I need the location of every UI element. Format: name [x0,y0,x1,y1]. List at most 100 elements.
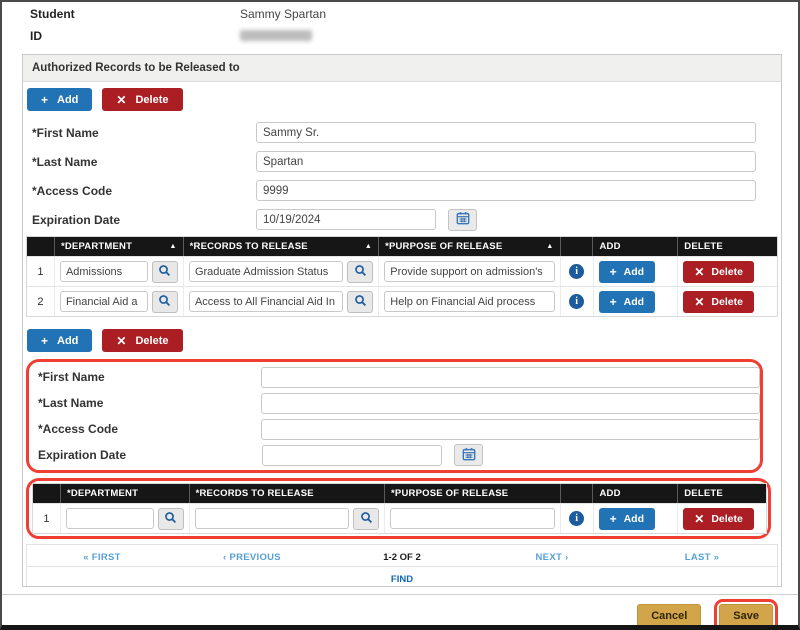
row-delete-button[interactable]: ✕ Delete [683,508,754,530]
expiration-date-field[interactable] [262,445,442,466]
records-grid-empty: *DEPARTMENT *RECORDS TO RELEASE *PURPOSE… [32,483,767,534]
info-column-header [561,237,594,256]
row-number: 2 [27,287,55,316]
save-button[interactable]: Save [719,604,773,628]
expiration-date-field[interactable] [256,209,436,230]
department-field[interactable] [60,291,148,312]
records-lookup-button[interactable] [353,508,379,530]
department-lookup-button[interactable] [152,261,178,283]
expiration-date-row: Expiration Date [32,442,760,468]
info-icon[interactable]: i [569,264,584,279]
next-page-link[interactable]: NEXT › [536,552,569,563]
expiration-date-label: Expiration Date [38,448,262,462]
table-row: 2 [27,286,777,316]
records-lookup-button[interactable] [347,261,373,283]
last-name-field[interactable] [256,151,756,172]
last-name-label: *Last Name [38,396,261,410]
access-code-field[interactable] [261,419,760,440]
row-number: 1 [27,257,55,286]
id-value-redacted [240,30,312,41]
delete-column-header: DELETE [678,237,777,256]
records-to-release-field[interactable] [195,508,349,529]
new-record-grid-highlight: *DEPARTMENT *RECORDS TO RELEASE *PURPOSE… [26,478,771,539]
access-code-label: *Access Code [32,184,256,198]
add-button[interactable]: + Add [27,329,92,352]
previous-page-link[interactable]: ‹ PREVIOUS [223,552,281,563]
delete-button[interactable]: ✕ Delete [102,88,182,111]
find-link[interactable]: FIND [391,574,413,585]
records-grid-header: *DEPARTMENT *RECORDS TO RELEASE *PURPOSE… [33,484,766,503]
records-to-release-field[interactable] [189,291,343,312]
access-code-field[interactable] [256,180,756,201]
add-button[interactable]: + Add [27,88,92,111]
search-icon [164,511,177,527]
footer-divider [2,594,798,595]
search-icon [158,294,171,310]
purpose-of-release-header[interactable]: *PURPOSE OF RELEASE ▲ [379,237,560,256]
student-row: Student Sammy Spartan [30,7,326,21]
department-header[interactable]: *DEPARTMENT ▲ [55,237,184,256]
section-title: Authorized Records to be Released to [23,55,781,82]
id-label: ID [30,29,240,43]
info-icon[interactable]: i [569,294,584,309]
department-lookup-button[interactable] [158,508,184,530]
row-add-button[interactable]: + Add [599,291,655,313]
department-lookup-button[interactable] [152,291,178,313]
id-row: ID [30,29,312,43]
last-page-link[interactable]: LAST » [685,552,720,563]
access-code-label: *Access Code [38,422,261,436]
cancel-button[interactable]: Cancel [637,604,701,628]
calendar-button[interactable] [454,444,483,466]
first-name-row: *First Name [26,118,778,147]
records-to-release-header[interactable]: *RECORDS TO RELEASE ▲ [184,237,379,256]
plus-icon: + [610,512,617,526]
sort-ascending-icon: ▲ [365,243,372,250]
row-delete-button[interactable]: ✕ Delete [683,261,754,283]
x-icon: ✕ [116,334,126,348]
x-icon: ✕ [116,93,126,107]
department-header: *DEPARTMENT [61,484,190,503]
records-grid: *DEPARTMENT ▲ *RECORDS TO RELEASE ▲ *PUR… [26,236,778,317]
department-field[interactable] [60,261,148,282]
purpose-of-release-field[interactable] [384,291,554,312]
pagination: « FIRST ‹ PREVIOUS 1-2 OF 2 NEXT › LAST … [26,544,778,587]
student-name: Sammy Spartan [240,7,326,21]
row-delete-button[interactable]: ✕ Delete [683,291,754,313]
search-icon [360,511,373,527]
info-column-header [561,484,594,503]
records-to-release-field[interactable] [189,261,343,282]
search-icon [354,294,367,310]
sort-ascending-icon: ▲ [169,243,176,250]
calendar-button[interactable] [448,209,477,231]
last-name-field[interactable] [261,393,760,414]
last-name-row: *Last Name [32,390,760,416]
find-row: FIND [26,567,778,587]
first-name-label: *First Name [38,370,261,384]
toolbar-top: + Add ✕ Delete [27,88,778,111]
x-icon: ✕ [694,265,704,279]
x-icon: ✕ [694,295,704,309]
info-icon[interactable]: i [569,511,584,526]
row-add-button[interactable]: + Add [599,508,655,530]
new-record-form-highlight: *First Name *Last Name *Access Code Expi… [26,359,763,473]
sort-ascending-icon: ▲ [546,243,553,250]
purpose-of-release-field[interactable] [384,261,554,282]
row-number: 1 [33,504,61,533]
first-page-link[interactable]: « FIRST [83,552,120,563]
first-name-field[interactable] [256,122,756,143]
search-icon [158,264,171,280]
plus-icon: + [610,265,617,279]
toolbar-bottom: + Add ✕ Delete [27,329,778,352]
table-row: 1 [27,256,777,286]
delete-button[interactable]: ✕ Delete [102,329,182,352]
purpose-of-release-header: *PURPOSE OF RELEASE [385,484,561,503]
department-field[interactable] [66,508,154,529]
purpose-of-release-field[interactable] [390,508,554,529]
records-to-release-header: *RECORDS TO RELEASE [190,484,385,503]
records-lookup-button[interactable] [347,291,373,313]
row-add-button[interactable]: + Add [599,261,655,283]
calendar-icon [456,211,470,228]
footer-buttons: Cancel Save [637,599,778,630]
first-name-field[interactable] [261,367,760,388]
page-frame: Student Sammy Spartan ID Authorized Reco… [0,0,800,630]
